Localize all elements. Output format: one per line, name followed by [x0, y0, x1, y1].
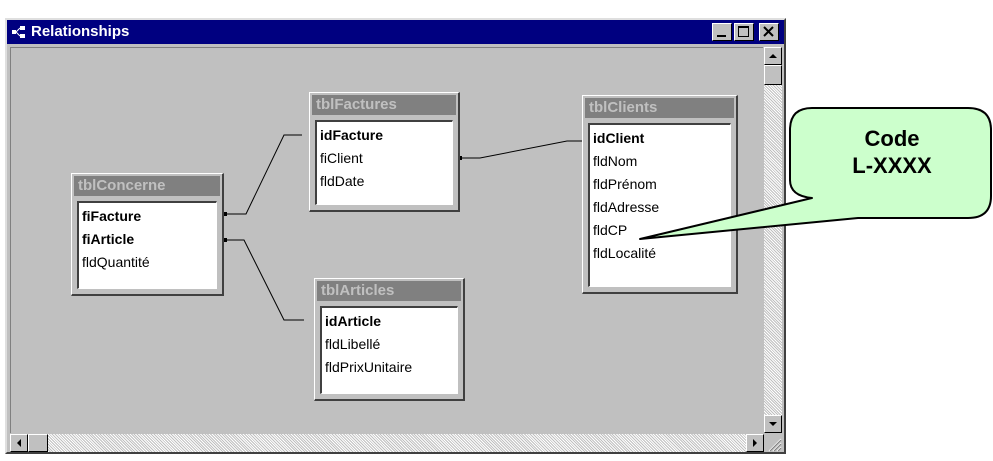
callout-bubble [639, 107, 992, 240]
callout-line-1: Code [864, 126, 920, 151]
callout-text: Code L-XXXX [793, 125, 991, 179]
callout-line-2: L-XXXX [852, 153, 932, 178]
